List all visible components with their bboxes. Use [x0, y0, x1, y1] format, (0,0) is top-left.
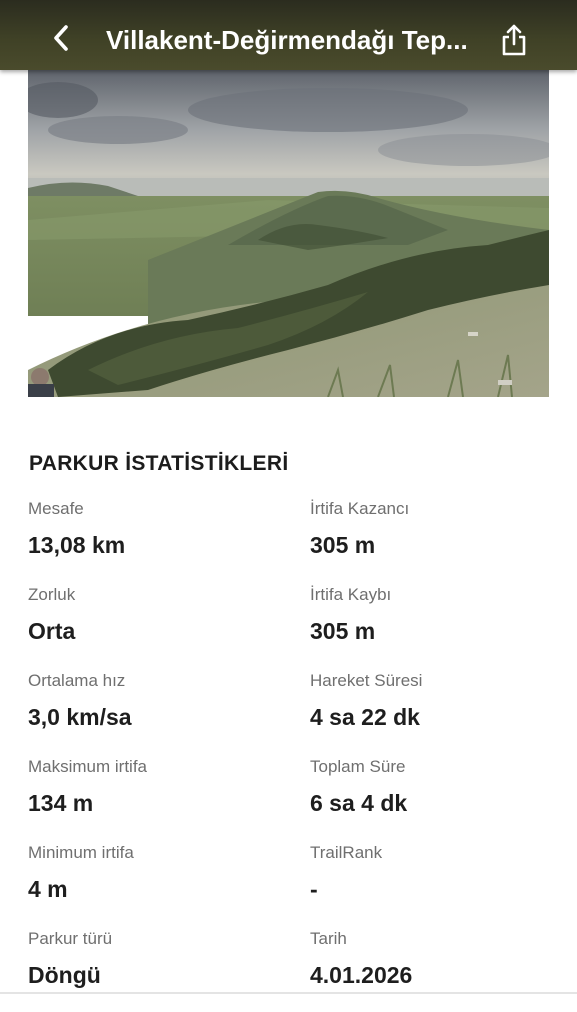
- stat-trail-type: Parkur türü Döngü: [28, 926, 112, 992]
- chevron-left-icon: [54, 25, 68, 51]
- stat-max-elevation: Maksimum irtifa 134 m: [28, 754, 147, 820]
- stat-label: Toplam Süre: [310, 757, 406, 776]
- stat-value: 3,0 km/sa: [28, 704, 132, 730]
- stat-total-time: Toplam Süre 6 sa 4 dk: [310, 754, 407, 820]
- stat-value: 13,08 km: [28, 532, 126, 558]
- back-button[interactable]: [44, 18, 78, 58]
- divider: [0, 992, 577, 994]
- stat-moving-time: Hareket Süresi 4 sa 22 dk: [310, 668, 422, 734]
- stat-label: TrailRank: [310, 843, 383, 862]
- stat-distance: Mesafe 13,08 km: [28, 496, 125, 562]
- stat-label: Mesafe: [28, 499, 84, 518]
- stat-label: Zorluk: [28, 585, 76, 604]
- stat-difficulty: Zorluk Orta: [28, 582, 75, 648]
- stat-value: 4 sa 22 dk: [310, 704, 420, 730]
- stat-value: 305 m: [310, 532, 376, 558]
- stat-value: 4 m: [28, 876, 68, 902]
- stat-label: Tarih: [310, 929, 347, 948]
- stat-row: Maksimum irtifa 134 m Toplam Süre 6 sa 4…: [0, 754, 577, 840]
- stat-label: Maksimum irtifa: [28, 757, 148, 776]
- stats-grid: Mesafe 13,08 km İrtifa Kazancı 305 m Zor…: [0, 496, 577, 1012]
- stat-elevation-gain: İrtifa Kazancı 305 m: [310, 496, 409, 562]
- trail-photo[interactable]: [28, 70, 549, 397]
- stat-label: İrtifa Kaybı: [310, 585, 392, 604]
- stat-value: Döngü: [28, 962, 101, 988]
- stat-trailrank: TrailRank -: [310, 840, 382, 906]
- top-nav-bar: Villakent-Değirmendağı Tep...: [0, 0, 577, 70]
- stat-value: 4.01.2026: [310, 962, 413, 988]
- stat-value: -: [310, 876, 318, 902]
- stat-value: 6 sa 4 dk: [310, 790, 408, 816]
- stat-value: 305 m: [310, 618, 376, 644]
- stat-row: Minimum irtifa 4 m TrailRank -: [0, 840, 577, 926]
- stat-min-elevation: Minimum irtifa 4 m: [28, 840, 134, 906]
- stat-row: Zorluk Orta İrtifa Kaybı 305 m: [0, 582, 577, 668]
- stat-row: Parkur türü Döngü Tarih 4.01.2026: [0, 926, 577, 1012]
- section-title: PARKUR İSTATİSTİKLERİ: [29, 452, 289, 475]
- stat-date: Tarih 4.01.2026: [310, 926, 412, 992]
- stat-row: Mesafe 13,08 km İrtifa Kazancı 305 m: [0, 496, 577, 582]
- stat-label: Ortalama hız: [28, 671, 126, 690]
- stat-label: Minimum irtifa: [28, 843, 134, 862]
- stat-value: Orta: [28, 618, 76, 644]
- stat-label: Parkur türü: [28, 929, 113, 948]
- page-title: Villakent-Değirmendağı Tep...: [106, 25, 468, 55]
- stat-row: Ortalama hız 3,0 km/sa Hareket Süresi 4 …: [0, 668, 577, 754]
- share-icon: [502, 24, 526, 56]
- stat-value: 134 m: [28, 790, 94, 816]
- stat-average-speed: Ortalama hız 3,0 km/sa: [28, 668, 132, 734]
- share-button[interactable]: [496, 20, 532, 60]
- stat-label: Hareket Süresi: [310, 671, 423, 690]
- stat-elevation-loss: İrtifa Kaybı 305 m: [310, 582, 391, 648]
- stat-label: İrtifa Kazancı: [310, 499, 410, 518]
